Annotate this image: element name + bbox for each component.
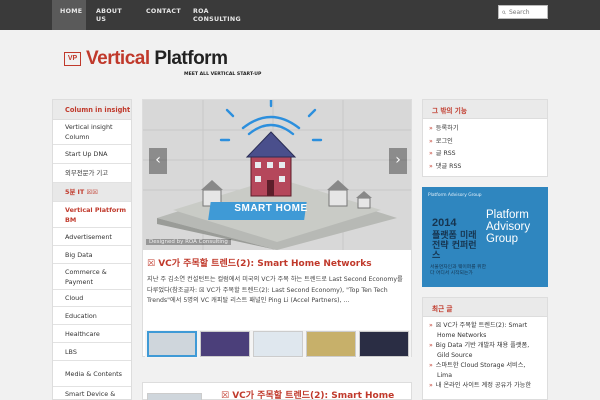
main-featured-post: SMART HOME ‹ › Designed by ROA Consultin… [142,99,412,358]
features-header: 그 밖의 기능 [423,100,547,119]
sidebar-header: Column in insight [53,100,131,120]
sidebar-section-header[interactable]: 5분 IT ☒☒ [53,183,131,202]
left-sidebar: Column in insight Vertical insight Colum… [52,99,132,400]
post-excerpt: 지난 주 김소연 컨설턴트는 컬럼에서 미국의 VC가 주목 하는 트렌드로 L… [147,276,403,304]
nav-contact[interactable]: CONTACT [146,0,182,30]
thumbnail[interactable] [147,331,197,357]
sidebar-item-active[interactable]: Vertical Platform BM [53,202,131,228]
sidebar-item[interactable]: Vertical insight Column [53,120,131,145]
recent-post-link[interactable]: ☒ VC가 주목할 트렌드(2): Smart Home Networks [436,321,541,340]
ad-year: 2014 [432,217,457,229]
chevron-right-icon: › [395,152,401,168]
search-input[interactable] [509,8,547,16]
sidebar-item[interactable]: Commerce & Payment [53,264,131,290]
slider-next-button[interactable]: › [389,148,407,174]
sidebar-item[interactable]: LBS [53,343,131,361]
nav-roa-consulting[interactable]: ROA CONSULTING [193,0,241,30]
slider-prev-button[interactable]: ‹ [149,148,167,174]
sidebar-item[interactable]: Big Data [53,246,131,264]
feature-link[interactable]: 댓글 RSS [436,161,541,174]
thumbnail[interactable] [359,331,409,357]
feature-link[interactable]: 등록하기 [436,123,541,136]
recent-post-link[interactable]: Big Data 기반 개발자 채용 플랫폼, Gild Source [436,341,541,360]
sidebar-item[interactable]: Advertisement [53,228,131,246]
recent-header: 최근 글 [423,298,547,317]
recent-post-link[interactable]: 내 온라인 사이트 계정 공유가 가능한 [436,381,541,391]
nav-about-us[interactable]: ABOUT US [96,0,126,30]
slider-thumbnails [145,330,411,358]
sidebar-item[interactable]: Smart Device & [53,387,131,400]
ad-subtitle: 서울먼자인과 웨이퍼를 위한다 어디서 시작되는가 [430,265,487,276]
ad-english-title: Platform Advisory Group [486,209,531,245]
sidebar-item[interactable]: Education [53,307,131,325]
slider-banner-text: SMART HOME [234,203,308,214]
ad-brand: Platform Advisory Group [428,193,482,198]
sidebar-item[interactable]: Media & Contents [53,361,131,387]
logo-title: Vertical Platform [86,48,228,69]
post-title[interactable]: ☒ VC가 주목할 트렌드(2): Smart Home Networks [147,256,372,269]
feature-link[interactable]: 로그인 [436,136,541,149]
features-widget: 그 밖의 기능 등록하기 로그인 글 RSS 댓글 RSS [422,99,548,177]
site-logo[interactable]: VP Vertical Platform MEET ALL VERTICAL S… [64,48,261,82]
post-thumbnail[interactable] [147,393,202,400]
search-icon [502,10,506,14]
logo-tagline: MEET ALL VERTICAL START-UP [184,72,262,77]
recent-post-link[interactable]: 스마트한 Cloud Storage 서비스, Lima [436,361,541,380]
chevron-left-icon: ‹ [155,152,161,168]
featured-slider[interactable]: SMART HOME ‹ › Designed by ROA Consultin… [143,100,411,250]
post-title[interactable]: ☒ VC가 주목할 트렌드(2): Smart Home [221,388,394,400]
advertisement-banner[interactable]: Platform Advisory Group 2014 플랫폼 미래전략 컨퍼… [422,187,548,287]
smart-home-illustration [143,100,411,250]
recent-posts-widget: 최근 글 ☒ VC가 주목할 트렌드(2): Smart Home Networ… [422,297,548,400]
sidebar-item[interactable]: Start Up DNA [53,145,131,164]
logo-badge: VP [64,52,81,66]
thumbnail[interactable] [306,331,356,357]
top-navigation-bar: HOME ABOUT US CONTACT ROA CONSULTING [0,0,600,30]
second-post: ☒ VC가 주목할 트렌드(2): Smart Home [142,382,412,400]
thumbnail[interactable] [253,331,303,357]
feature-link[interactable]: 글 RSS [436,148,541,161]
sidebar-item[interactable]: 외부전문가 기고 [53,164,131,183]
slider-caption: Designed by ROA Consulting [146,239,231,245]
nav-home[interactable]: HOME [52,0,86,30]
sidebar-item[interactable]: Cloud [53,290,131,307]
sidebar-item[interactable]: Healthcare [53,325,131,343]
search-box[interactable] [498,5,548,19]
ad-korean-title: 플랫폼 미래전략 컨퍼런스 [432,231,477,261]
thumbnail[interactable] [200,331,250,357]
